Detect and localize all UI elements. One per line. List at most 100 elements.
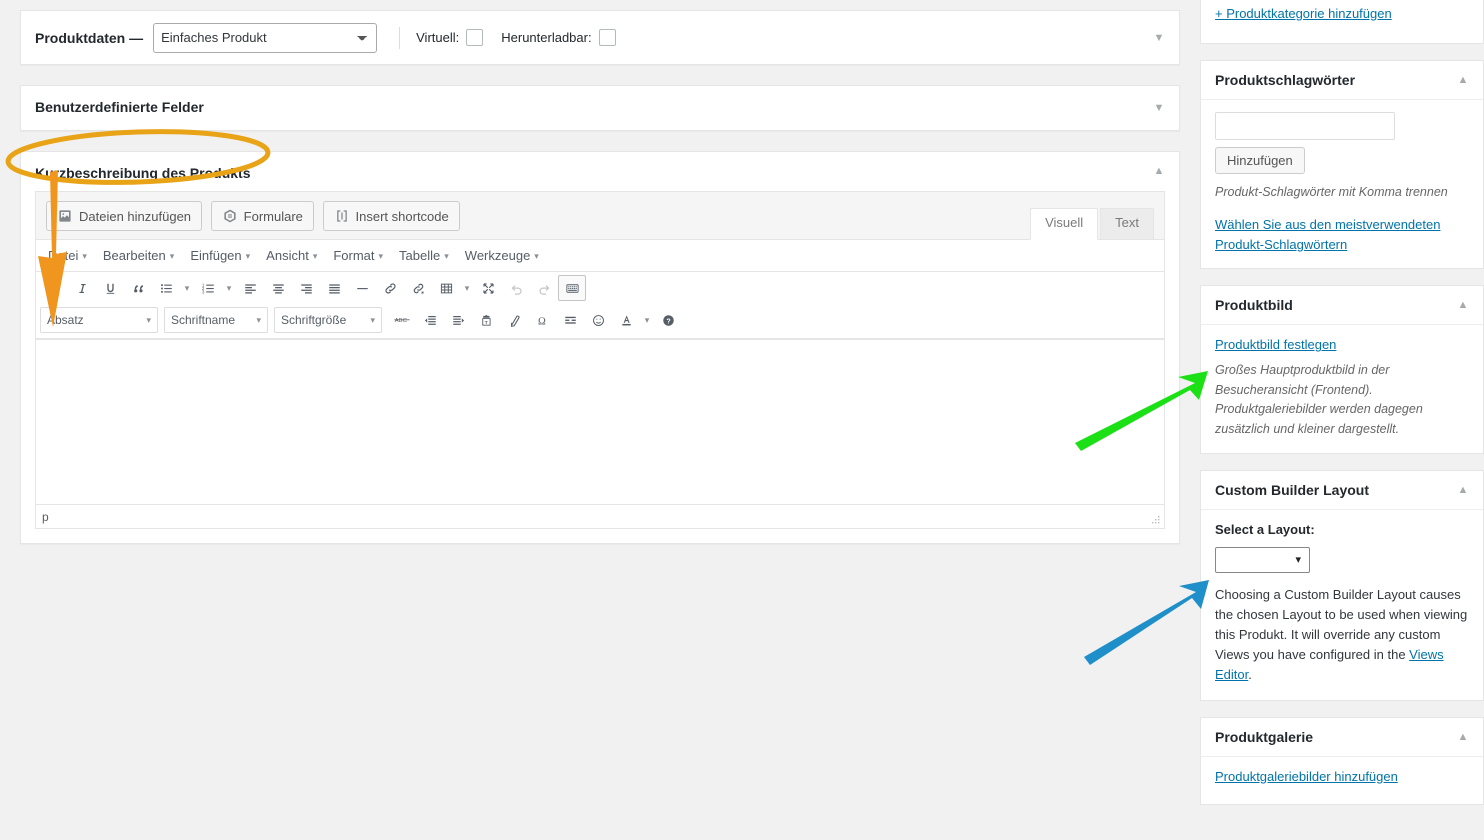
caret-down-icon: ▾: [256, 315, 261, 326]
chevron-up-icon[interactable]: ▲: [1453, 727, 1473, 747]
strikethrough-icon[interactable]: ABC: [388, 307, 416, 333]
bullet-list-caret-down-icon[interactable]: ▾: [180, 275, 194, 301]
product-type-select[interactable]: Einfaches Produkt: [153, 23, 377, 53]
align-justify-icon[interactable]: [320, 275, 348, 301]
unlink-icon[interactable]: [404, 275, 432, 301]
product-tags-hint: Produkt-Schlagwörter mit Komma trennen: [1215, 183, 1469, 202]
add-tag-button[interactable]: Hinzufügen: [1215, 147, 1305, 174]
numbered-list-icon[interactable]: 123: [194, 275, 222, 301]
numbered-list-caret-down-icon[interactable]: ▾: [222, 275, 236, 301]
custom-builder-layout-panel: Custom Builder Layout ▲ Select a Layout:…: [1200, 470, 1484, 701]
special-character-icon[interactable]: Ω: [528, 307, 556, 333]
svg-text:T: T: [484, 319, 487, 325]
chevron-up-icon[interactable]: ▲: [1453, 480, 1473, 500]
short-description-header[interactable]: Kurzbeschreibung des Produkts ▲: [21, 152, 1179, 192]
product-data-label: Produktdaten —: [35, 30, 143, 46]
menu-tabelle[interactable]: Tabelle▾: [391, 244, 457, 267]
chevron-up-icon[interactable]: ▲: [1149, 161, 1169, 181]
svg-text:?: ?: [666, 317, 670, 325]
read-more-icon[interactable]: [556, 307, 584, 333]
fullscreen-icon[interactable]: [474, 275, 502, 301]
tab-visual[interactable]: Visuell: [1030, 208, 1098, 240]
outdent-icon[interactable]: [416, 307, 444, 333]
editor-media-bar: Dateien hinzufügen Formulare Insert shor…: [36, 192, 1164, 240]
paste-as-text-icon[interactable]: T: [472, 307, 500, 333]
table-split: ▾: [432, 275, 474, 301]
downloadable-checkbox[interactable]: [599, 29, 616, 46]
align-left-icon[interactable]: [236, 275, 264, 301]
popular-tags-link[interactable]: Wählen Sie aus den meistverwendeten Prod…: [1215, 217, 1440, 252]
editor-status-bar: p: [36, 504, 1164, 528]
table-caret-down-icon[interactable]: ▾: [460, 275, 474, 301]
font-size-select[interactable]: Schriftgröße ▾: [274, 307, 382, 333]
undo-icon[interactable]: [502, 275, 530, 301]
indent-icon[interactable]: [444, 307, 472, 333]
downloadable-checkbox-group: Herunterladbar:: [501, 29, 615, 46]
select-layout-label: Select a Layout:: [1215, 522, 1469, 537]
bullet-list-icon[interactable]: [152, 275, 180, 301]
custom-builder-body: Select a Layout: ▾ Choosing a Custom Bui…: [1201, 510, 1483, 700]
insert-shortcode-button[interactable]: Insert shortcode: [323, 201, 460, 231]
align-right-icon[interactable]: [292, 275, 320, 301]
menu-ansicht[interactable]: Ansicht▾: [258, 244, 325, 267]
virtual-checkbox[interactable]: [466, 29, 483, 46]
product-gallery-panel: Produktgalerie ▲ Produktgaleriebilder hi…: [1200, 717, 1484, 805]
chevron-down-icon[interactable]: ▼: [1149, 98, 1169, 118]
italic-icon[interactable]: [68, 275, 96, 301]
custom-builder-header[interactable]: Custom Builder Layout ▲: [1201, 471, 1483, 510]
layout-select[interactable]: ▾: [1215, 547, 1310, 573]
custom-fields-panel: Benutzerdefinierte Felder ▼: [20, 85, 1180, 131]
editor-mode-tabs: Visuell Text: [1028, 208, 1154, 240]
chevron-up-icon[interactable]: ▲: [1453, 70, 1473, 90]
resize-handle-icon[interactable]: [1150, 514, 1162, 526]
product-image-title: Produktbild: [1215, 297, 1293, 313]
product-image-header[interactable]: Produktbild ▲: [1201, 286, 1483, 325]
text-color-split: ▾: [612, 307, 654, 333]
product-data-header-row: Produktdaten — Einfaches Produkt Virtuel…: [21, 11, 1179, 64]
clear-formatting-icon[interactable]: [500, 307, 528, 333]
align-center-icon[interactable]: [264, 275, 292, 301]
text-color-caret-down-icon[interactable]: ▾: [640, 307, 654, 333]
link-icon[interactable]: [376, 275, 404, 301]
add-media-label: Dateien hinzufügen: [79, 210, 191, 223]
add-product-category-link[interactable]: + Produktkategorie hinzufügen: [1215, 6, 1392, 21]
editor-content-area[interactable]: [36, 339, 1164, 504]
caret-down-icon: ▾: [379, 251, 384, 261]
forms-button[interactable]: Formulare: [211, 201, 314, 231]
help-icon[interactable]: ?: [654, 307, 682, 333]
blockquote-icon[interactable]: [124, 275, 152, 301]
underline-icon[interactable]: [96, 275, 124, 301]
add-media-button[interactable]: Dateien hinzufügen: [46, 201, 202, 231]
chevron-down-icon[interactable]: ▼: [1149, 28, 1169, 48]
product-tags-header[interactable]: Produktschlagwörter ▲: [1201, 61, 1483, 100]
add-gallery-images-link[interactable]: Produktgaleriebilder hinzufügen: [1215, 769, 1398, 784]
product-gallery-header[interactable]: Produktgalerie ▲: [1201, 718, 1483, 757]
custom-fields-header[interactable]: Benutzerdefinierte Felder ▼: [21, 86, 1179, 130]
caret-down-icon: ▾: [370, 315, 375, 326]
menu-einfuegen[interactable]: Einfügen▾: [182, 244, 258, 267]
menu-format[interactable]: Format▾: [325, 244, 391, 267]
svg-text:3: 3: [201, 289, 204, 294]
emoticon-icon[interactable]: [584, 307, 612, 333]
keyboard-shortcuts-icon[interactable]: [558, 275, 586, 301]
caret-down-icon: ▾: [246, 251, 251, 261]
table-icon[interactable]: [432, 275, 460, 301]
product-image-body: Produktbild festlegen Großes Hauptproduk…: [1201, 325, 1483, 453]
horizontal-rule-icon[interactable]: [348, 275, 376, 301]
redo-icon[interactable]: [530, 275, 558, 301]
menu-bearbeiten[interactable]: Bearbeiten▾: [95, 244, 182, 267]
short-description-title: Kurzbeschreibung des Produkts: [35, 165, 250, 181]
menu-werkzeuge[interactable]: Werkzeuge▾: [457, 244, 547, 267]
menu-datei[interactable]: Datei▾: [40, 244, 95, 267]
font-family-select[interactable]: Schriftname ▾: [164, 307, 268, 333]
text-color-icon[interactable]: [612, 307, 640, 333]
chevron-up-icon[interactable]: ▲: [1453, 295, 1473, 315]
tinymce-editor: Dateien hinzufügen Formulare Insert shor…: [35, 191, 1165, 529]
product-tag-input[interactable]: [1215, 112, 1395, 140]
tab-text[interactable]: Text: [1100, 208, 1154, 240]
bold-icon[interactable]: [40, 275, 68, 301]
product-tags-panel: Produktschlagwörter ▲ Hinzufügen Produkt…: [1200, 60, 1484, 269]
set-product-image-link[interactable]: Produktbild festlegen: [1215, 337, 1336, 352]
custom-builder-description: Choosing a Custom Builder Layout causes …: [1215, 585, 1469, 686]
paragraph-format-select[interactable]: Absatz ▾: [40, 307, 158, 333]
